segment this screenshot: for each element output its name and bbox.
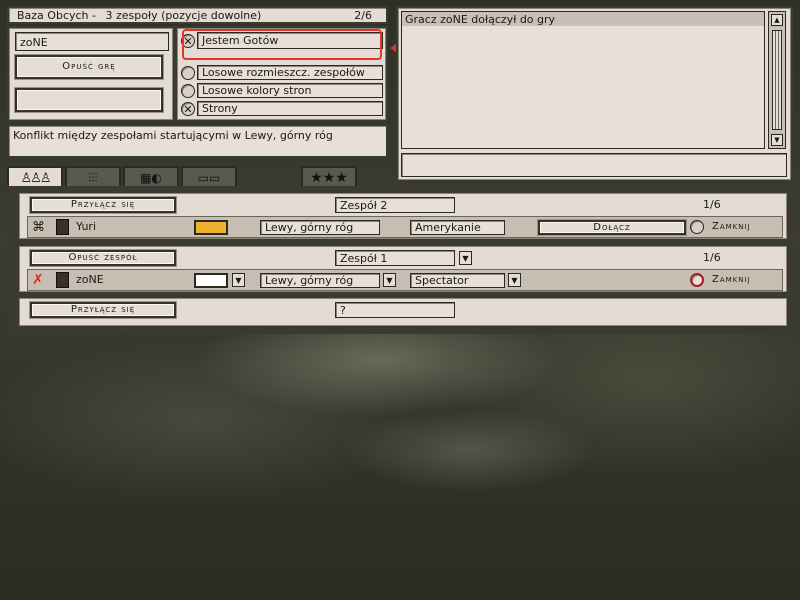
kick-x-icon[interactable]: ✗ [32,272,44,288]
start-position-field[interactable]: Lewy, górny róg [260,220,380,235]
scroll-track[interactable] [772,30,782,130]
player-name-text: Yuri [76,220,97,233]
team-name-field[interactable]: Zespół 2 [335,197,455,213]
start-position-text: Lewy, górny róg [265,221,354,234]
close-slot-radio[interactable] [690,220,704,234]
side-field[interactable]: Amerykanie [410,220,505,235]
tab-map[interactable]: ▦◐ [123,166,179,188]
leave-team-label: Opuść zespół [68,252,138,263]
random-colors-checkbox[interactable] [181,84,195,98]
tab-rank[interactable]: ★★★ [301,166,357,188]
people-icon: ♙♙♙ [20,170,52,186]
x-icon: ✕ [183,102,193,116]
close-slot-text: Zamknij [712,274,751,285]
team-count-text: 1/6 [703,251,721,264]
description-bar: Konflikt między zespołami startującymi w… [7,124,388,158]
start-position-text: Lewy, górny róg [265,274,354,287]
player-strip: ✗ zoNE ▼ Lewy, górny róg ▼ Spectator ▼ Z… [27,269,783,291]
tab-players[interactable]: ♙♙♙ [7,166,63,188]
chevron-down-icon[interactable]: ▼ [232,273,245,287]
chevron-down-icon[interactable]: ▼ [508,273,521,287]
team-row-1: Opuść zespół Zespół 1 ▼ 1/6 ✗ zoNE ▼ Lew… [17,244,789,294]
sliders-icon: ⫶⫶⫶ [88,170,98,185]
player-name-text: zoNE [76,273,104,286]
join-button[interactable]: Dołącz [538,220,686,235]
player-name-text: zoNE [20,36,48,49]
team-name-text: Zespół 1 [340,252,388,265]
close-slot-text: Zamknij [712,221,751,232]
scroll-up-icon[interactable]: ▲ [771,14,783,26]
sides-label: Strony [202,102,238,115]
team-row-2: Przyłącz się Zespół 2 1/6 ⌘ Yuri Lewy, g… [17,191,789,241]
team-count: 1/6 [703,198,721,211]
random-colors-label: Losowe kolory stron [202,84,312,97]
player-name-field[interactable]: zoNE [15,32,169,51]
hierarchy-icon: ⌘ [32,220,45,235]
map-icon: ▦◐ [140,171,162,185]
join-team-button[interactable]: Przyłącz się [30,197,176,213]
close-slot-label: Zamknij [712,274,751,285]
computers-icon: ▭▭ [197,171,221,185]
close-slot-label: Zamknij [712,221,751,232]
chevron-down-icon[interactable]: ▼ [383,273,396,287]
join-team-button[interactable]: Przyłącz się [30,302,176,318]
team-row-unknown: Przyłącz się ? [17,296,789,328]
team-count-text: 1/6 [703,198,721,211]
title-bar: Baza Obcych - 3 zespoły (pozycje dowolne… [7,6,388,24]
side-text: Spectator [415,274,469,287]
start-position-field[interactable]: Lewy, górny róg [260,273,380,288]
player-strip: ⌘ Yuri Lewy, górny róg Amerykanie Dołącz… [27,216,783,238]
player-name: zoNE [76,273,104,286]
team-count: 1/6 [703,251,721,264]
description-text: Konflikt między zespołami startującymi w… [13,129,333,142]
teams-info: 3 zespoły (pozycje dowolne) [105,9,262,22]
chat-message: Gracz zoNE dołączył do gry [402,12,764,26]
stars-icon: ★★★ [310,170,348,186]
join-team-label: Przyłącz się [70,304,136,315]
tab-settings[interactable]: ⫶⫶⫶ [65,166,121,188]
leave-team-button[interactable]: Opuść zespół [30,250,176,266]
join-label: Dołącz [593,222,631,233]
sides-checkbox[interactable]: ✕ [181,102,195,116]
random-colors-field[interactable]: Losowe kolory stron [197,83,383,98]
player-name: Yuri [76,220,96,233]
player-color-swatch[interactable] [194,273,228,288]
join-team-label: Przyłącz się [70,199,136,210]
chat-scrollbar[interactable]: ▲ ▼ [768,11,786,149]
random-placement-field[interactable]: Losowe rozmieszcz. zespołów [197,65,383,80]
chat-input[interactable] [401,153,787,177]
avatar [56,272,69,288]
chevron-down-icon[interactable]: ▼ [459,251,472,265]
tab-computers[interactable]: ▭▭ [181,166,237,188]
team-name-field[interactable]: Zespół 1 [335,250,455,266]
annotation-highlight-box [182,29,382,60]
player-color-swatch[interactable] [194,220,228,235]
random-placement-checkbox[interactable] [181,66,195,80]
random-placement-label: Losowe rozmieszcz. zespołów [202,66,365,79]
side-field[interactable]: Spectator [410,273,505,288]
team-name-field[interactable]: ? [335,302,455,318]
player-panel: zoNE Opuść grę [7,26,175,122]
game-title: Baza Obcych - [17,9,96,22]
close-slot-radio[interactable] [690,273,704,287]
team-name-text: Zespół 2 [340,199,388,212]
player-count: 2/6 [354,9,372,22]
team-name-text: ? [340,304,346,317]
secondary-button[interactable] [15,88,163,112]
avatar [56,219,69,235]
side-text: Amerykanie [415,221,481,234]
sides-field[interactable]: Strony [197,101,383,116]
scroll-down-icon[interactable]: ▼ [771,134,783,146]
chat-panel: Gracz zoNE dołączył do gry ▲ ▼ [396,6,793,182]
leave-game-button[interactable]: Opuść grę [15,55,163,79]
chat-log: Gracz zoNE dołączył do gry [401,11,765,149]
leave-game-label: Opuść grę [62,61,116,72]
chat-message-text: Gracz zoNE dołączył do gry [405,13,556,26]
